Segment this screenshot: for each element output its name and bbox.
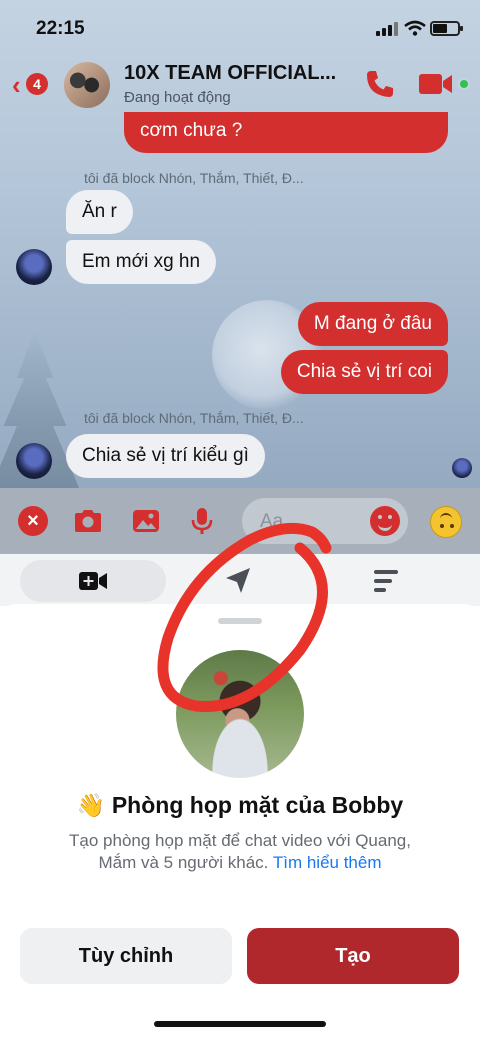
sender-avatar[interactable] — [16, 249, 52, 285]
unread-badge: 4 — [26, 73, 48, 95]
back-chevron-icon: ‹ — [12, 70, 21, 100]
image-icon[interactable] — [130, 505, 162, 537]
room-description: Tạo phòng họp mặt để chat video với Quan… — [50, 830, 430, 874]
emoji-icon[interactable] — [370, 506, 400, 536]
learn-more-link[interactable]: Tìm hiểu thêm — [273, 853, 382, 872]
message-bubble-incoming[interactable]: Chia sẻ vị trí kiểu gì — [66, 434, 265, 478]
message-input[interactable]: Aa — [242, 498, 408, 544]
status-time: 22:15 — [36, 18, 85, 39]
conversation-title[interactable]: 10X TEAM OFFICIAL... — [124, 62, 356, 85]
back-button[interactable]: ‹ 4 — [10, 70, 50, 100]
create-room-button[interactable]: Tạo — [247, 928, 459, 984]
close-icon[interactable]: × — [18, 506, 48, 536]
chat-header: ‹ 4 10X TEAM OFFICIAL... Đang hoạt động — [0, 56, 480, 116]
video-camera-icon[interactable] — [418, 70, 454, 98]
video-plus-icon — [79, 572, 107, 590]
customize-button[interactable]: Tùy chỉnh — [20, 928, 232, 984]
upside-down-face-icon[interactable] — [430, 506, 462, 538]
phone-icon[interactable] — [364, 68, 396, 100]
room-host-avatar — [176, 650, 304, 778]
message-composer: × Aa — [0, 488, 480, 554]
wifi-icon — [404, 20, 426, 36]
home-indicator — [154, 1021, 326, 1027]
message-bubble-outgoing[interactable]: M đang ở đâu — [297, 302, 448, 346]
room-title: 👋 Phòng họp mặt của Bobby — [76, 792, 404, 818]
menu-lines-icon[interactable] — [370, 566, 402, 596]
attachment-tab-strip — [0, 554, 480, 606]
cellular-signal-icon — [376, 22, 400, 36]
active-status: Đang hoạt động — [124, 89, 231, 106]
camera-icon[interactable] — [72, 505, 104, 537]
microphone-icon[interactable] — [186, 505, 218, 537]
system-note: tôi đã block Nhón, Thắm, Thiết, Đ... — [84, 410, 304, 426]
tab-video-room[interactable] — [20, 560, 166, 602]
message-bubble-incoming[interactable]: Em mới xg hn — [66, 240, 217, 284]
status-bar: 22:15 — [0, 0, 480, 56]
system-note: tôi đã block Nhón, Thắm, Thiết, Đ... — [84, 170, 304, 186]
message-bubble-outgoing[interactable]: cơm chưa ? — [124, 112, 448, 153]
sender-avatar[interactable] — [16, 443, 52, 479]
location-arrow-icon[interactable] — [222, 566, 254, 596]
seen-receipt-avatar — [452, 458, 472, 478]
room-bottom-sheet: 👋 Phòng họp mặt của Bobby Tạo phòng họp … — [0, 604, 480, 1039]
group-avatar[interactable] — [64, 62, 110, 108]
message-bubble-incoming[interactable]: Ăn r — [66, 190, 133, 234]
message-input-placeholder: Aa — [260, 511, 284, 532]
online-indicator — [458, 78, 470, 90]
sheet-grabber[interactable] — [218, 618, 262, 624]
message-bubble-outgoing[interactable]: Chia sẻ vị trí coi — [280, 350, 448, 394]
battery-icon — [430, 21, 463, 36]
